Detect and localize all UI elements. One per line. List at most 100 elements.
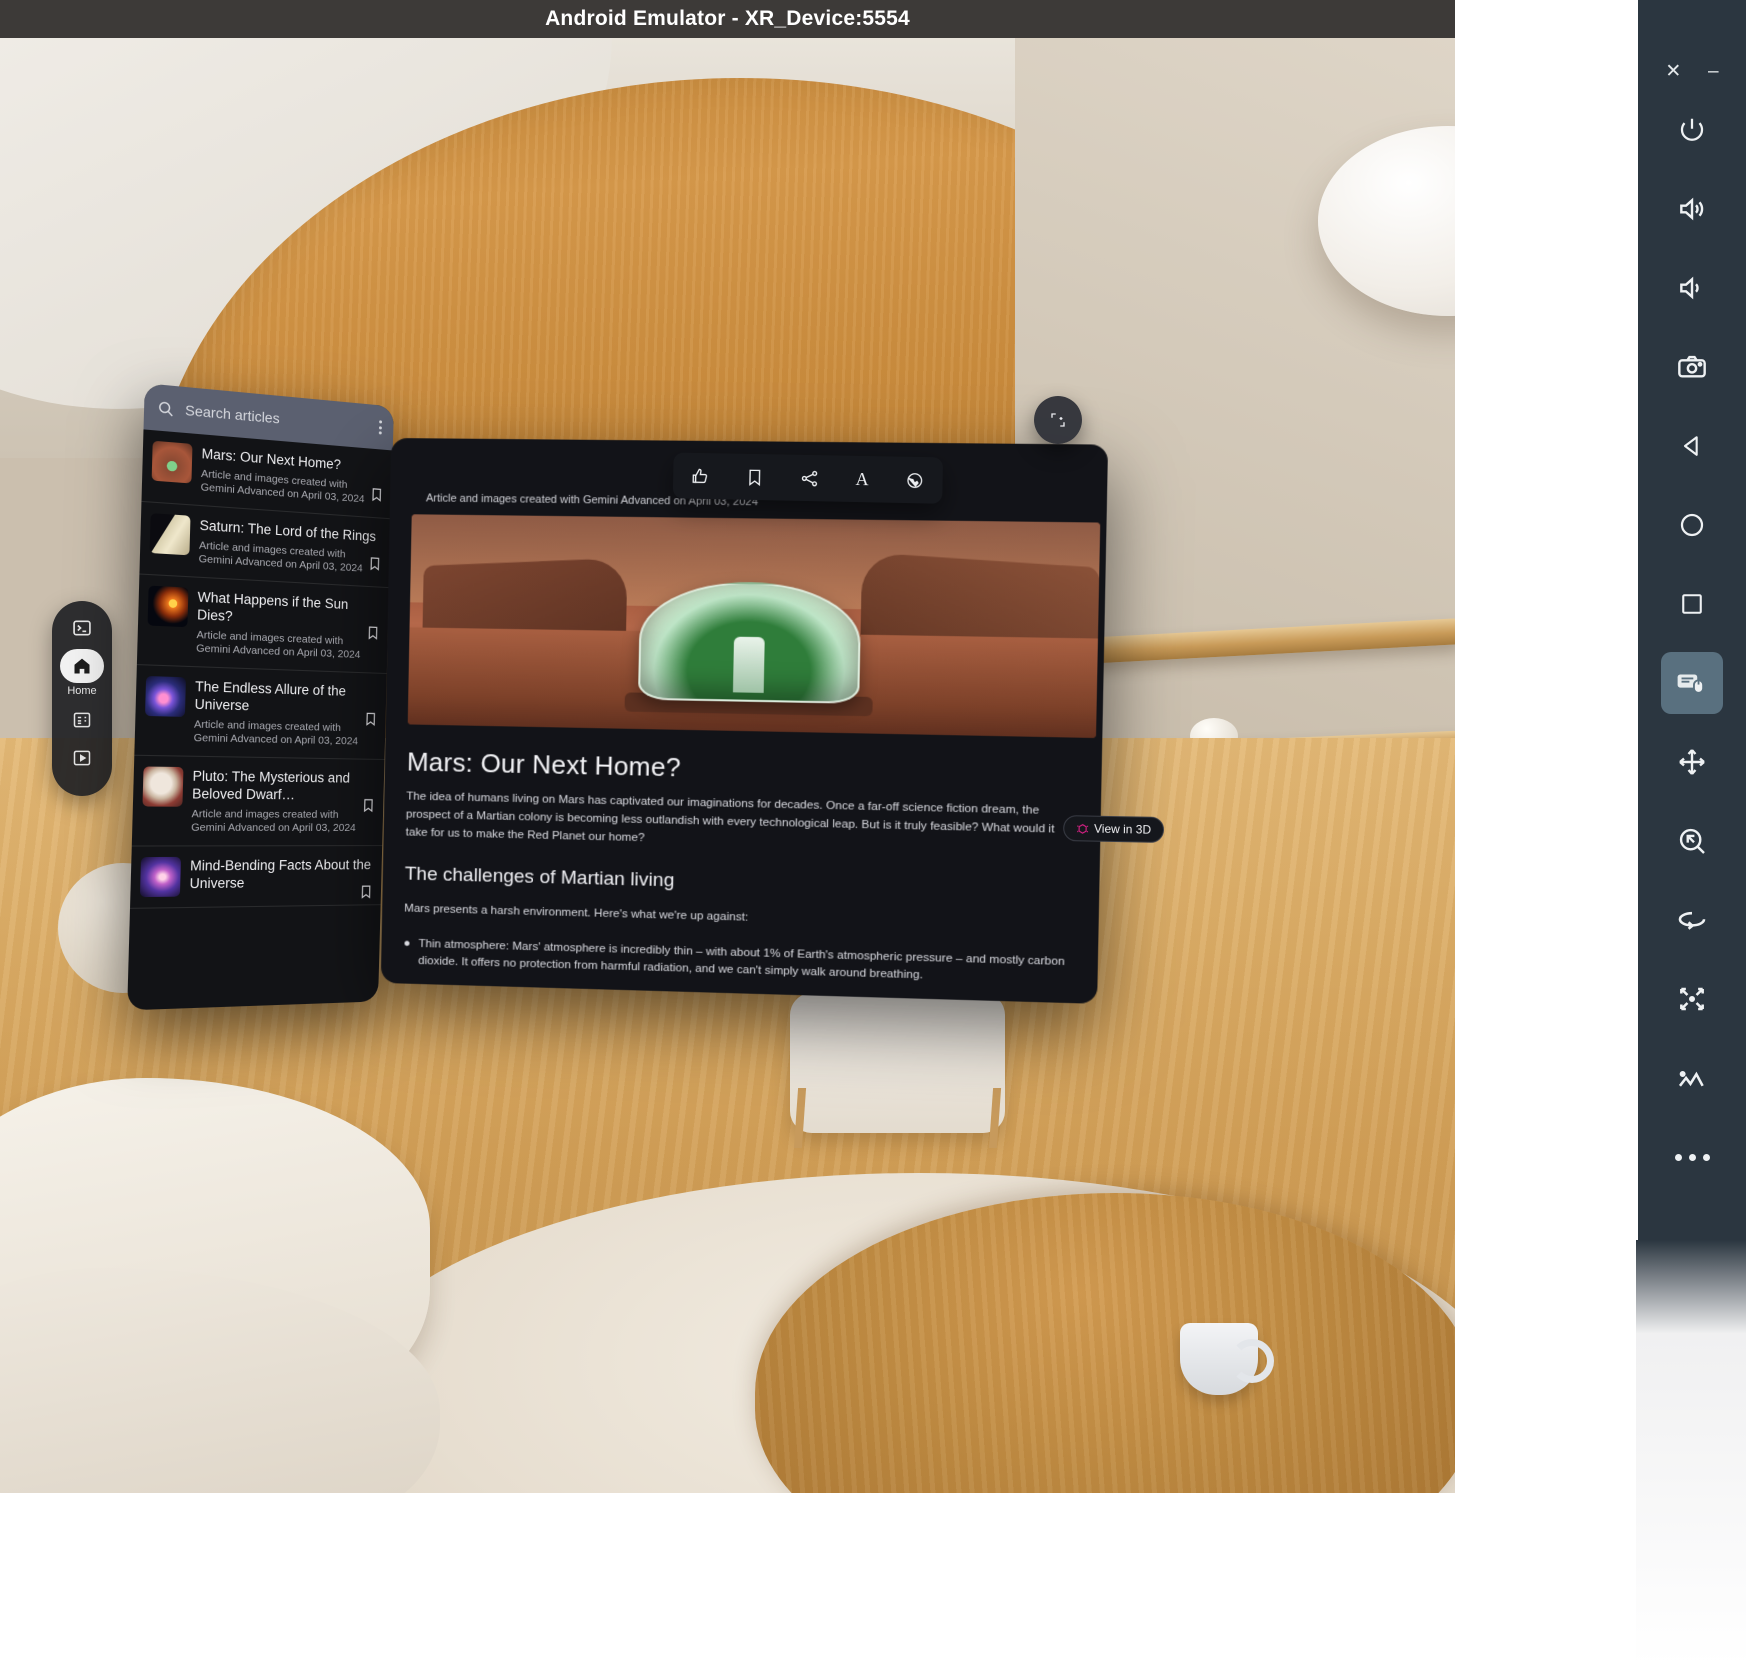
article-thumbnail <box>145 676 186 717</box>
article-subtitle: Article and images created with Gemini A… <box>191 808 374 835</box>
overflow-menu-icon[interactable] <box>379 420 382 434</box>
back-button[interactable] <box>1661 415 1723 477</box>
play-box-icon <box>72 748 92 768</box>
bookmark-icon[interactable] <box>361 798 376 813</box>
overview-button[interactable] <box>1661 573 1723 635</box>
input-mode-button[interactable] <box>1661 652 1723 714</box>
dock-item-home[interactable] <box>60 649 104 683</box>
recenter-icon <box>1676 983 1708 1015</box>
list-item[interactable]: What Happens if the Sun Dies? Article an… <box>137 575 389 675</box>
search-input[interactable]: Search articles <box>185 402 370 435</box>
volume-down-button[interactable] <box>1661 257 1723 319</box>
home-icon <box>72 656 92 676</box>
room-ottoman <box>790 993 1005 1133</box>
list-item[interactable]: The Endless Allure of the Universe Artic… <box>134 665 386 760</box>
article-list[interactable]: Mars: Our Next Home? Article and images … <box>130 429 393 909</box>
keyboard-mouse-icon <box>1675 666 1709 700</box>
cube-3d-icon <box>1076 822 1089 835</box>
article-list-panel[interactable]: Search articles Mars: Our Next Home? Art… <box>127 383 394 1010</box>
passthrough-icon <box>1675 1061 1709 1095</box>
toolbar-bottom-fade <box>1636 1240 1746 1666</box>
thumb-up-icon[interactable] <box>691 466 710 485</box>
article-thumbnail <box>148 586 189 628</box>
page-title: Mars: Our Next Home? <box>407 746 1079 792</box>
power-button[interactable] <box>1661 99 1723 161</box>
bookmark-icon[interactable] <box>367 556 382 572</box>
view-in-3d-button[interactable]: View in 3D <box>1063 815 1164 843</box>
article-paragraph: The idea of humans living on Mars has ca… <box>405 787 1077 857</box>
article-bullet-text: Thin atmosphere: Mars' atmosphere is inc… <box>418 935 1075 989</box>
emulator-side-toolbar[interactable]: ✕ – <box>1636 0 1746 1666</box>
list-item[interactable]: Mind-Bending Facts About the Universe <box>130 846 382 909</box>
share-icon[interactable] <box>800 468 819 487</box>
article-subtitle: Article and images created with Gemini A… <box>193 718 375 749</box>
add-panel-button[interactable] <box>1034 396 1082 444</box>
room-coffee-cup <box>1180 1323 1258 1395</box>
rotate-button[interactable] <box>1661 889 1723 951</box>
recenter-button[interactable] <box>1661 968 1723 1030</box>
volume-up-icon <box>1676 193 1708 225</box>
article-paragraph-2: Mars presents a harsh environment. Here'… <box>404 901 1076 932</box>
dock-item-terminal[interactable] <box>60 611 104 645</box>
article-title: The Endless Allure of the Universe <box>194 678 377 718</box>
home-circle-icon <box>1677 510 1707 540</box>
article-thumbnail <box>140 857 181 897</box>
article-title: What Happens if the Sun Dies? <box>197 588 379 631</box>
move-arrows-icon <box>1676 746 1708 778</box>
bookmark-icon[interactable] <box>363 711 378 726</box>
screenshot-button[interactable] <box>1661 336 1723 398</box>
article-hero-image <box>408 514 1101 738</box>
terminal-icon <box>72 618 92 638</box>
article-subtitle: Article and images created with Gemini A… <box>198 539 380 576</box>
overview-square-icon <box>1678 590 1706 618</box>
font-size-icon[interactable]: A <box>855 468 868 489</box>
bookmark-icon[interactable] <box>359 884 374 899</box>
article-title: Mind-Bending Facts About the Universe <box>189 856 372 892</box>
bookmark-icon[interactable] <box>369 487 384 503</box>
back-triangle-icon <box>1678 432 1706 460</box>
article-thumbnail <box>142 767 183 807</box>
dock-item-media[interactable] <box>60 741 104 775</box>
bullet-dot-icon: ● <box>403 934 411 969</box>
zoom-resize-icon <box>1676 825 1708 857</box>
view-in-3d-label: View in 3D <box>1094 822 1151 837</box>
emulator-title-bar: Android Emulator - XR_Device:5554 <box>0 0 1455 38</box>
article-thumbnail <box>152 441 193 484</box>
volume-down-icon <box>1676 272 1708 304</box>
article-bullet: ● Thin atmosphere: Mars' atmosphere is i… <box>403 934 1075 988</box>
article-thumbnail <box>150 513 191 555</box>
more-button[interactable] <box>1661 1126 1723 1188</box>
volume-up-button[interactable] <box>1661 178 1723 240</box>
device-screen[interactable]: Home Search articles <box>0 38 1455 1493</box>
article-subheading: The challenges of Martian living <box>405 863 1077 902</box>
search-icon <box>157 399 175 418</box>
article-title: Pluto: The Mysterious and Beloved Dwarf… <box>192 767 375 804</box>
dock-item-articles[interactable] <box>60 703 104 737</box>
reader-action-toolbar[interactable]: A <box>673 453 943 504</box>
more-dots-icon <box>1675 1154 1710 1161</box>
article-subtitle: Article and images created with Gemini A… <box>196 629 378 663</box>
translate-globe-icon[interactable] <box>905 470 925 489</box>
emulator-title: Android Emulator - XR_Device:5554 <box>545 7 910 31</box>
power-icon <box>1677 115 1707 145</box>
list-icon <box>72 710 92 730</box>
expand-plus-icon <box>1049 411 1067 429</box>
toolbar-buttons-container[interactable]: ✕ – <box>1638 40 1746 1240</box>
dock-home-label: Home <box>67 685 96 697</box>
screenshot-root: Android Emulator - XR_Device:5554 <box>0 0 1746 1666</box>
home-button[interactable] <box>1661 494 1723 556</box>
article-reader-panel[interactable]: Article and images created with Gemini A… <box>381 438 1108 1004</box>
resize-button[interactable] <box>1661 810 1723 872</box>
emulator-bottom-strip <box>0 1493 1455 1666</box>
list-item[interactable]: Pluto: The Mysterious and Beloved Dwarf…… <box>132 756 385 847</box>
passthrough-button[interactable] <box>1661 1047 1723 1109</box>
close-icon[interactable]: ✕ <box>1665 62 1681 81</box>
move-button[interactable] <box>1661 731 1723 793</box>
rotate-icon <box>1675 903 1709 937</box>
minimize-icon[interactable]: – <box>1708 62 1719 81</box>
app-dock[interactable]: Home <box>52 601 112 796</box>
bookmark-icon[interactable] <box>745 467 764 486</box>
window-controls[interactable]: ✕ – <box>1638 40 1746 87</box>
bookmark-icon[interactable] <box>366 625 381 641</box>
camera-icon <box>1676 351 1708 383</box>
